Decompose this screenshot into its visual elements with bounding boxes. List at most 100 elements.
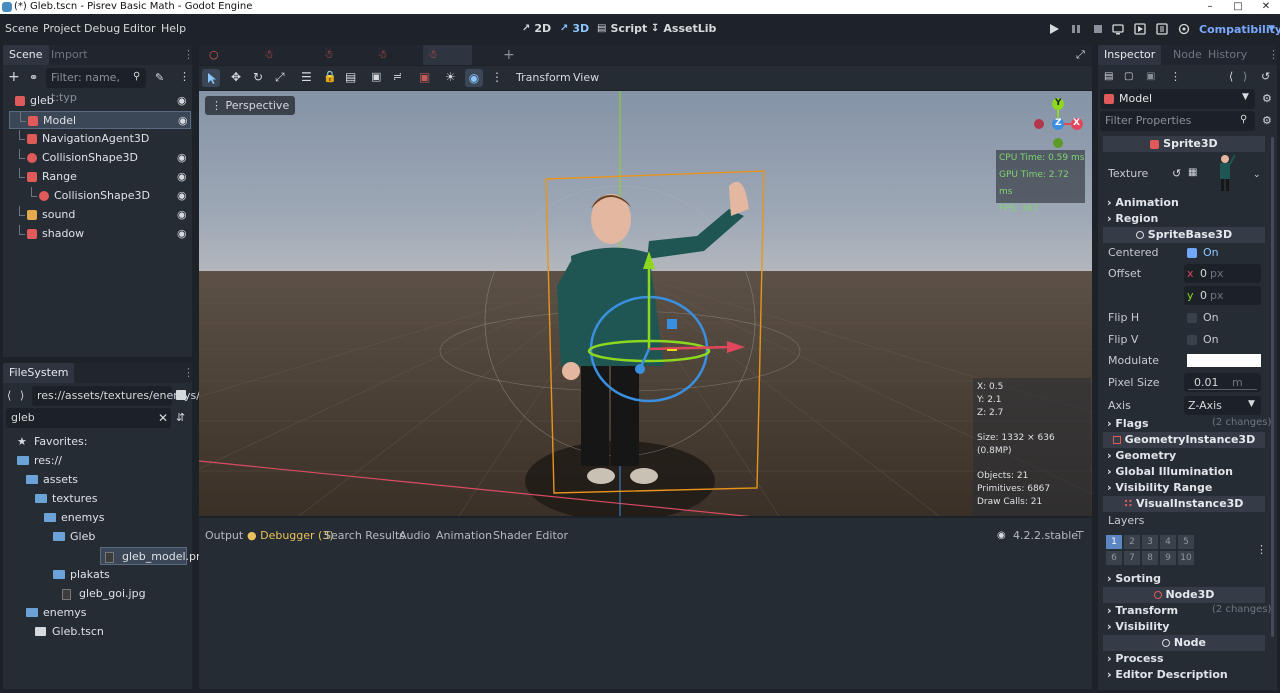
scene-node-row[interactable]: CollisionShape3D ◉ bbox=[9, 187, 191, 205]
filesystem-item[interactable]: enemys bbox=[3, 509, 192, 527]
scene-tab[interactable]: ☃ pisarev bbox=[259, 45, 309, 81]
layer-toggle[interactable]: 2 bbox=[1124, 535, 1140, 549]
menu-debug[interactable]: Debug bbox=[84, 22, 120, 35]
expand-panel-icon[interactable]: ⊤ bbox=[1075, 529, 1085, 542]
kebab-menu-icon[interactable]: ⋮ bbox=[1268, 48, 1279, 61]
move-tool-icon[interactable]: ✥ bbox=[231, 70, 241, 84]
layer-toggle[interactable]: 4 bbox=[1160, 535, 1176, 549]
link-icon[interactable]: ⚭ bbox=[29, 71, 38, 84]
filesystem-search-input[interactable]: gleb bbox=[6, 408, 171, 428]
layer-toggle[interactable]: 7 bbox=[1124, 551, 1140, 565]
tab-2d[interactable]: ↗ 2D bbox=[522, 22, 551, 35]
play-custom-icon[interactable] bbox=[1156, 23, 1168, 35]
filter-properties-input[interactable]: Filter Properties bbox=[1100, 111, 1255, 131]
sun-preview-icon[interactable]: ▣ bbox=[419, 70, 430, 84]
scene-node-row[interactable]: NavigationAgent3D bbox=[9, 130, 191, 148]
stop-icon[interactable] bbox=[1092, 23, 1104, 35]
visibility-eye-icon[interactable]: ◉ bbox=[178, 112, 188, 130]
new-resource-icon[interactable]: ▤ bbox=[1104, 71, 1113, 82]
visibility-eye-icon[interactable]: ◉ bbox=[177, 92, 187, 110]
menu-editor[interactable]: Editor bbox=[123, 22, 156, 35]
visibility-eye-icon[interactable]: ◉ bbox=[177, 149, 187, 167]
tab-history[interactable]: History bbox=[1202, 45, 1253, 65]
sort-icon[interactable]: ⇵ bbox=[176, 411, 185, 424]
filesystem-item[interactable]: ★ Favorites: bbox=[3, 433, 192, 451]
save-resource-icon[interactable]: ▣ bbox=[1146, 71, 1155, 82]
menu-project[interactable]: Project bbox=[43, 22, 81, 35]
region-section[interactable]: › Region bbox=[1107, 212, 1158, 225]
play-scene-icon[interactable] bbox=[1134, 23, 1146, 35]
scene-node-row[interactable]: sound ◉ bbox=[9, 206, 191, 224]
open-resource-icon[interactable]: ▢ bbox=[1124, 71, 1133, 82]
editor-description-section[interactable]: › Editor Description bbox=[1107, 668, 1228, 681]
filesystem-item[interactable]: gleb_model.png bbox=[100, 547, 210, 565]
tab-inspector[interactable]: Inspector bbox=[1098, 45, 1162, 65]
tab-filesystem[interactable]: FileSystem bbox=[3, 363, 75, 383]
visibility-range-section[interactable]: › Visibility Range bbox=[1107, 481, 1212, 494]
visibility-eye-icon[interactable]: ◉ bbox=[177, 225, 187, 243]
scene-node-row[interactable]: Model ◉ bbox=[9, 111, 191, 129]
scene-tab[interactable]: ☃ Denis bbox=[319, 45, 360, 81]
visibility-eye-icon[interactable]: ◉ bbox=[177, 206, 187, 224]
history-icon[interactable]: ↺ bbox=[1261, 70, 1270, 83]
lock-icon[interactable]: 🔒 bbox=[323, 70, 337, 83]
node-selector[interactable]: Model ▼ bbox=[1100, 89, 1255, 109]
scene-filter-input[interactable]: Filter: name, t:typ bbox=[46, 68, 146, 104]
filesystem-item[interactable]: res:// bbox=[3, 452, 192, 470]
kebab-menu-icon[interactable]: ⋮ bbox=[183, 366, 194, 379]
scene-node-row[interactable]: CollisionShape3D ◉ bbox=[9, 149, 191, 167]
transform-menu[interactable]: Transform bbox=[516, 71, 571, 84]
tab-scene[interactable]: Scene bbox=[3, 45, 49, 65]
filesystem-path-input[interactable]: res://assets/textures/enemys/ bbox=[32, 386, 200, 406]
clear-search-icon[interactable]: ✕ bbox=[158, 411, 168, 425]
group-icon[interactable]: ▤ bbox=[345, 70, 356, 84]
tab-import[interactable]: Import bbox=[45, 45, 94, 65]
filesystem-item[interactable]: gleb_goi.jpg bbox=[3, 585, 192, 603]
remote-debug-icon[interactable] bbox=[1112, 23, 1124, 35]
minimize-button[interactable]: – bbox=[1196, 0, 1224, 14]
history-forward-icon[interactable]: ⟩ bbox=[1243, 70, 1247, 83]
axis-select[interactable]: Z-Axis ▼ bbox=[1184, 396, 1261, 415]
scene-options-icon[interactable]: ⋮ bbox=[179, 70, 190, 83]
layers-more-icon[interactable]: ⋮ bbox=[1256, 543, 1267, 556]
visibility-section[interactable]: › Visibility bbox=[1107, 620, 1169, 633]
snap-icon[interactable]: ≓ bbox=[393, 70, 402, 83]
inspector-scrollbar[interactable] bbox=[1271, 137, 1274, 637]
layer-toggle[interactable]: 3 bbox=[1142, 535, 1158, 549]
flip-v-checkbox[interactable] bbox=[1187, 335, 1197, 345]
transform-section[interactable]: › Transform bbox=[1107, 604, 1178, 617]
pixel-size-field[interactable]: 0.01 m bbox=[1184, 373, 1261, 392]
tab-assetlib[interactable]: ↧ AssetLib bbox=[651, 22, 716, 35]
process-section[interactable]: › Process bbox=[1107, 652, 1164, 665]
layer-toggle[interactable]: 9 bbox=[1160, 551, 1176, 565]
centered-checkbox[interactable] bbox=[1187, 248, 1197, 258]
filesystem-item[interactable]: Gleb bbox=[3, 528, 192, 546]
animation-section[interactable]: › Animation bbox=[1107, 196, 1179, 209]
bottom-tab[interactable]: ● Debugger (3) bbox=[247, 529, 334, 542]
forward-arrow-icon[interactable]: ⟩ bbox=[20, 389, 24, 402]
add-tab-icon[interactable]: + bbox=[503, 47, 515, 63]
movie-maker-icon[interactable] bbox=[1178, 23, 1190, 35]
pause-icon[interactable] bbox=[1070, 23, 1082, 35]
perspective-button[interactable]: ⋮ Perspective bbox=[205, 96, 296, 115]
toggle-split-icon[interactable] bbox=[176, 390, 186, 400]
geometry-section[interactable]: › Geometry bbox=[1107, 449, 1176, 462]
modulate-color-swatch[interactable] bbox=[1187, 354, 1261, 367]
distraction-free-icon[interactable]: ⤢ bbox=[1076, 48, 1085, 62]
offset-y-field[interactable]: y 0 px bbox=[1184, 286, 1261, 305]
filesystem-item[interactable]: assets bbox=[3, 471, 192, 489]
global-illumination-section[interactable]: › Global Illumination bbox=[1107, 465, 1233, 478]
history-back-icon[interactable]: ⟨ bbox=[1229, 70, 1233, 83]
tab-script[interactable]: ▤ Script bbox=[597, 22, 647, 35]
chevron-down-icon[interactable]: ⌄ bbox=[1253, 170, 1261, 180]
filesystem-item[interactable]: textures bbox=[3, 490, 192, 508]
scale-tool-icon[interactable]: ⤢ bbox=[275, 70, 285, 85]
bottom-tab[interactable]: Audio bbox=[399, 529, 430, 542]
back-arrow-icon[interactable]: ⟨ bbox=[7, 389, 11, 402]
resource-more-icon[interactable]: ⋮ bbox=[1170, 70, 1181, 83]
reload-icon[interactable]: ↺ bbox=[1172, 167, 1181, 180]
filesystem-item[interactable]: enemys bbox=[3, 604, 192, 622]
filesystem-item[interactable]: plakats bbox=[3, 566, 192, 584]
visibility-eye-icon[interactable]: ◉ bbox=[177, 168, 187, 186]
scene-tab[interactable]: ○ school bbox=[204, 45, 249, 81]
